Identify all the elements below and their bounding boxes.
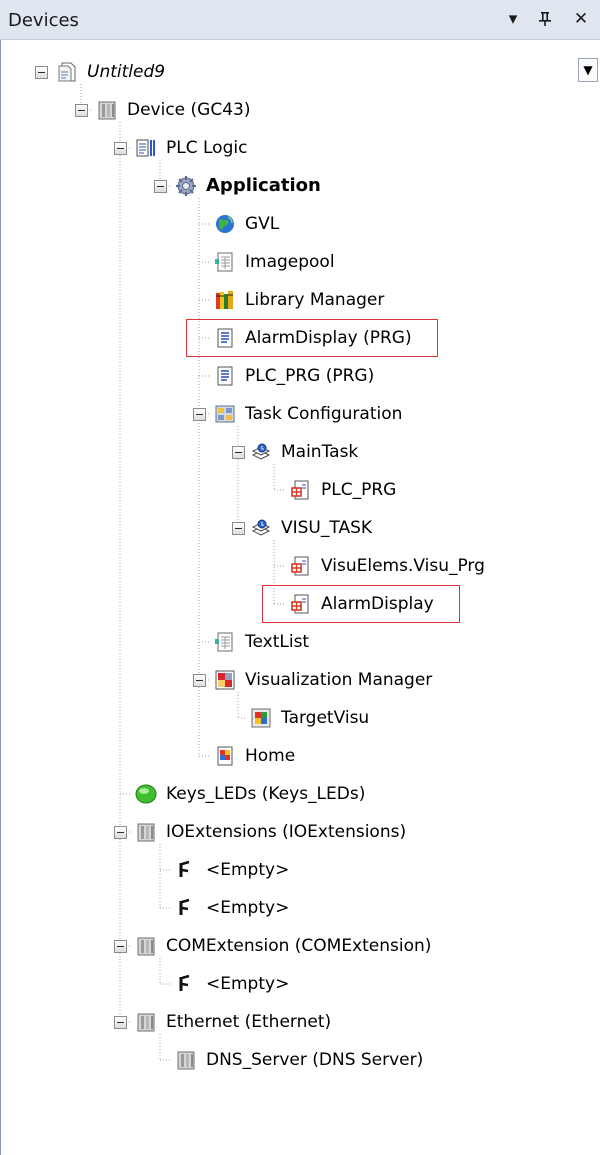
application-gear-icon: [175, 175, 197, 197]
collapse-toggle-icon[interactable]: [114, 1016, 127, 1029]
tree-node[interactable]: DNS_Server (DNS Server): [175, 1045, 423, 1075]
collapse-toggle-icon[interactable]: [75, 104, 88, 117]
collapse-toggle-icon[interactable]: [154, 180, 167, 193]
project-icon: [56, 61, 78, 83]
program-call-icon: [290, 555, 312, 577]
tree-node[interactable]: <Empty>: [175, 969, 289, 999]
tree-node[interactable]: Task Configuration: [214, 399, 402, 429]
collapse-toggle-icon[interactable]: [35, 66, 48, 79]
tree-node-label: Visualization Manager: [245, 670, 433, 690]
tree-node-label: COMExtension (COMExtension): [166, 936, 432, 956]
tree-node-label: Ethernet (Ethernet): [166, 1012, 332, 1032]
tree-node-label: IOExtensions (IOExtensions): [166, 822, 407, 842]
tree-node[interactable]: TargetVisu: [250, 703, 369, 733]
collapse-toggle-icon[interactable]: [232, 446, 245, 459]
tree-node[interactable]: Ethernet (Ethernet): [135, 1007, 331, 1037]
pool-icon: [214, 251, 236, 273]
library-books-icon: [214, 289, 236, 311]
collapse-toggle-icon[interactable]: [114, 142, 127, 155]
tree-node[interactable]: VISU_TASK: [250, 513, 372, 543]
visu-manager-icon: [214, 669, 236, 691]
highlight-box: [262, 585, 460, 623]
pool-icon: [214, 631, 236, 653]
tree-node[interactable]: IOExtensions (IOExtensions): [135, 817, 406, 847]
tree-node-label: <Empty>: [206, 974, 290, 994]
empty-slot-icon: [175, 897, 197, 919]
tree-node[interactable]: Library Manager: [214, 285, 384, 315]
globe-icon: [214, 213, 236, 235]
target-visu-icon: [250, 707, 272, 729]
task-icon: [250, 441, 272, 463]
device-icon: [175, 1049, 197, 1071]
tree-node[interactable]: PLC_PRG: [290, 475, 396, 505]
tree-node-label: Task Configuration: [245, 404, 403, 424]
collapse-toggle-icon[interactable]: [114, 940, 127, 953]
tree-node-label: DNS_Server (DNS Server): [206, 1050, 424, 1070]
tree-node[interactable]: GVL: [214, 209, 279, 239]
empty-slot-icon: [175, 973, 197, 995]
collapse-toggle-icon[interactable]: [232, 522, 245, 535]
tree-node-label: Home: [245, 746, 296, 766]
tree-node-label: Library Manager: [245, 290, 385, 310]
device-icon: [135, 1011, 157, 1033]
led-icon: [135, 783, 157, 805]
tree-node-label: VisuElems.Visu_Prg: [321, 556, 485, 576]
tree-node-label: Imagepool: [245, 252, 335, 272]
empty-slot-icon: [175, 859, 197, 881]
tree-node-label: PLC_PRG (PRG): [245, 366, 375, 386]
program-icon: [214, 365, 236, 387]
tree-node[interactable]: <Empty>: [175, 893, 289, 923]
task-config-icon: [214, 403, 236, 425]
plc-logic-icon: [135, 137, 157, 159]
tree-node-label: <Empty>: [206, 898, 290, 918]
tree-node-label: Application: [206, 175, 321, 196]
tree-node-label: <Empty>: [206, 860, 290, 880]
devices-panel: Devices ▾ ✕ ▼ Untitled9 Device (GC43) PLC …: [0, 0, 600, 1155]
highlight-box: [186, 319, 438, 357]
tree-node-label: Device (GC43): [127, 100, 251, 120]
tree-node[interactable]: COMExtension (COMExtension): [135, 931, 431, 961]
tree-node[interactable]: Imagepool: [214, 247, 335, 277]
tree-node[interactable]: PLC_PRG (PRG): [214, 361, 374, 391]
tree-node[interactable]: Keys_LEDs (Keys_LEDs): [135, 779, 365, 809]
collapse-toggle-icon[interactable]: [193, 674, 206, 687]
visualization-icon: [214, 745, 236, 767]
collapse-toggle-icon[interactable]: [114, 826, 127, 839]
tree-node-label: MainTask: [281, 442, 359, 462]
tree-node-label: GVL: [245, 214, 280, 234]
tree-node[interactable]: Home: [214, 741, 295, 771]
tree-node-label: Keys_LEDs (Keys_LEDs): [166, 784, 366, 804]
tree-node[interactable]: PLC Logic: [135, 133, 247, 163]
tree-node-label: PLC_PRG: [321, 480, 397, 500]
tree-node[interactable]: <Empty>: [175, 855, 289, 885]
tree-node-label: VISU_TASK: [281, 518, 373, 538]
tree-node-label: TargetVisu: [281, 708, 370, 728]
tree-node[interactable]: Application: [175, 171, 321, 201]
collapse-toggle-icon[interactable]: [193, 408, 206, 421]
tree-node-label: Untitled9: [87, 62, 166, 82]
tree-node[interactable]: MainTask: [250, 437, 358, 467]
device-icon: [135, 935, 157, 957]
program-call-icon: [290, 479, 312, 501]
task-icon: [250, 517, 272, 539]
tree-node-label: TextList: [245, 632, 310, 652]
tree-node[interactable]: Untitled9: [56, 57, 165, 87]
device-icon: [135, 821, 157, 843]
tree-node[interactable]: VisuElems.Visu_Prg: [290, 551, 485, 581]
device-icon: [96, 99, 118, 121]
tree-node[interactable]: TextList: [214, 627, 309, 657]
tree-node[interactable]: Device (GC43): [96, 95, 250, 125]
tree-node-label: PLC Logic: [166, 138, 248, 158]
tree-node[interactable]: Visualization Manager: [214, 665, 432, 695]
device-tree: Untitled9 Device (GC43) PLC Logic Applicati…: [0, 0, 600, 1155]
